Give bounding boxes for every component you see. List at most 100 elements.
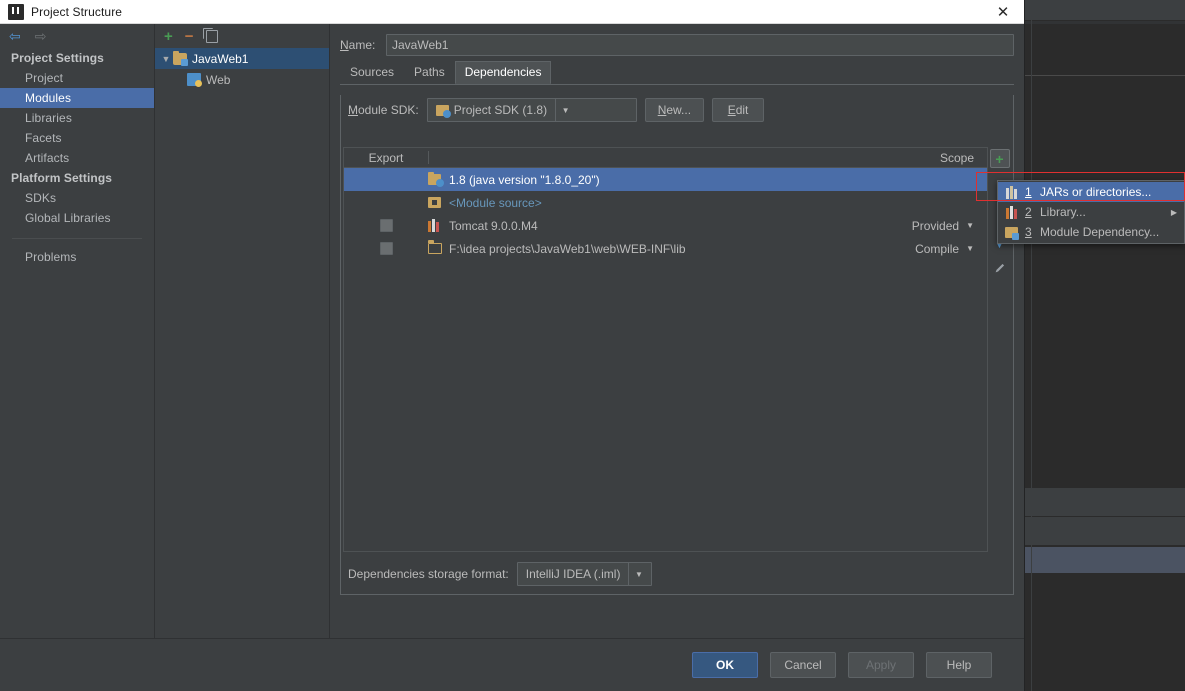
folder-icon (427, 240, 443, 255)
add-dependency-button[interactable]: + (989, 149, 1010, 168)
dependency-name: F:\idea projects\JavaWeb1\web\WEB-INF\li… (449, 241, 686, 256)
jars-icon (1004, 185, 1019, 199)
help-button[interactable]: Help (926, 652, 992, 678)
module-tabs: Sources Paths Dependencies (340, 61, 1014, 84)
dialog-titlebar: Project Structure ✕ (0, 0, 1024, 24)
menu-item-label: Module Dependency... (1040, 225, 1160, 239)
intellij-idea-icon (8, 3, 24, 20)
arrow-left-icon[interactable]: ⇦ (9, 29, 21, 43)
tab-dependencies[interactable]: Dependencies (454, 61, 552, 84)
sidebar-divider (12, 238, 142, 239)
dependency-name: 1.8 (java version "1.8.0_20") (449, 172, 600, 187)
tab-sources[interactable]: Sources (340, 61, 404, 84)
menu-item-module-dependency[interactable]: 3 Module Dependency... (998, 222, 1184, 242)
module-sdk-select[interactable]: Project SDK (1.8) ▼ (426, 98, 637, 122)
menu-item-label: JARs or directories... (1040, 185, 1152, 199)
tree-node-web[interactable]: Web (155, 69, 329, 90)
scope-value: Provided (911, 218, 960, 233)
chevron-right-icon: ▶ (1170, 207, 1177, 217)
module-sdk-value: Project SDK (1.8) (453, 103, 548, 117)
library-icon (428, 219, 443, 232)
edit-sdk-button[interactable]: Edit (712, 98, 765, 122)
sidebar-item-problems[interactable]: Problems (0, 247, 154, 267)
bg-row-selected (1025, 547, 1185, 573)
export-cell[interactable] (344, 242, 428, 255)
export-checkbox[interactable] (379, 242, 393, 255)
close-icon[interactable]: ✕ (982, 0, 1024, 24)
tree-node-javaweb1[interactable]: ▼ JavaWeb1 (155, 48, 329, 69)
module-tree-panel: + − ▼ JavaWeb1 Web (155, 24, 330, 638)
table-row[interactable]: Tomcat 9.0.0.M4 Provided ▼ (344, 214, 1010, 237)
menu-item-mnemonic: 1 (1025, 185, 1032, 199)
tree-node-label: JavaWeb1 (192, 51, 249, 66)
storage-format-label: Dependencies storage format: (348, 567, 509, 581)
sidebar-item-libraries[interactable]: Libraries (0, 108, 154, 128)
arrow-right-icon[interactable]: ⇨ (35, 29, 47, 43)
web-facet-icon (187, 73, 202, 87)
sidebar-item-modules[interactable]: Modules (0, 88, 154, 108)
storage-format-select[interactable]: IntelliJ IDEA (.iml) ▼ (516, 562, 652, 586)
menu-item-jars-or-directories[interactable]: 1 JARs or directories... (998, 182, 1184, 202)
library-icon (1004, 205, 1019, 219)
new-sdk-button[interactable]: New... (644, 98, 705, 122)
project-structure-dialog: Project Structure ✕ ⇦ ⇨ Project Settings… (0, 0, 1025, 691)
bg-row-b (1025, 517, 1185, 545)
dialog-body: ⇦ ⇨ Project Settings Project Modules Lib… (0, 24, 1024, 638)
module-name-input[interactable]: JavaWeb1 (386, 34, 1014, 56)
module-icon (173, 50, 188, 66)
remove-module-icon[interactable]: − (185, 29, 194, 44)
sidebar-item-facets[interactable]: Facets (0, 128, 154, 148)
chevron-down-icon[interactable]: ▼ (555, 99, 576, 121)
table-row[interactable]: 1.8 (java version "1.8.0_20") (344, 168, 1010, 191)
chevron-down-icon[interactable]: ▼ (966, 244, 974, 253)
chevron-down-icon[interactable]: ▼ (628, 563, 649, 585)
storage-format-row: Dependencies storage format: IntelliJ ID… (348, 562, 652, 586)
edit-button[interactable] (990, 259, 1010, 278)
dependency-name: Tomcat 9.0.0.M4 (449, 218, 538, 233)
scope-cell[interactable]: Provided ▼ (912, 219, 974, 233)
storage-format-value: IntelliJ IDEA (.iml) (525, 567, 621, 581)
column-header-export[interactable]: Export (344, 151, 428, 165)
ok-button[interactable]: OK (692, 652, 758, 678)
sidebar-item-project[interactable]: Project (0, 68, 154, 88)
export-checkbox[interactable] (379, 219, 393, 232)
bg-tab-strip (1025, 21, 1185, 24)
jdk-icon (428, 172, 444, 187)
sidebar-item-artifacts[interactable]: Artifacts (0, 148, 154, 168)
sidebar-item-sdks[interactable]: SDKs (0, 188, 154, 208)
settings-sidebar: ⇦ ⇨ Project Settings Project Modules Lib… (0, 24, 155, 638)
module-source-icon (428, 196, 443, 209)
chevron-down-icon[interactable]: ▼ (966, 221, 974, 230)
module-name-label: Name: (340, 38, 376, 52)
add-module-icon[interactable]: + (164, 29, 173, 44)
sidebar-item-global-libraries[interactable]: Global Libraries (0, 208, 154, 228)
table-row[interactable]: <Module source> (344, 191, 1010, 214)
dialog-title: Project Structure (31, 4, 123, 19)
chevron-down-icon[interactable]: ▼ (159, 54, 173, 64)
sidebar-group-project-settings: Project Settings (11, 51, 104, 65)
tabs-underline (340, 84, 1014, 85)
module-name-row: Name: JavaWeb1 (340, 24, 1014, 58)
dialog-footer: OK Cancel Apply Help (0, 638, 1024, 691)
column-header-scope[interactable]: Scope (940, 151, 974, 165)
module-sdk-row: Module SDK: Project SDK (1.8) ▼ New... E… (341, 95, 1013, 125)
bg-row-a (1025, 488, 1185, 516)
dependencies-panel: Module SDK: Project SDK (1.8) ▼ New... E… (340, 95, 1014, 595)
apply-button[interactable]: Apply (848, 652, 914, 678)
menu-item-mnemonic: 3 (1025, 225, 1032, 239)
bg-vertical-divider (1031, 0, 1032, 691)
column-divider[interactable] (428, 151, 429, 164)
add-dependency-menu: 1 JARs or directories... 2 Library... ▶ … (997, 180, 1185, 244)
tree-node-label: Web (206, 72, 231, 87)
export-cell[interactable] (344, 219, 428, 232)
cancel-button[interactable]: Cancel (770, 652, 836, 678)
module-editor-panel: Name: JavaWeb1 Sources Paths Dependencie… (330, 24, 1024, 638)
scope-cell[interactable]: Compile ▼ (915, 242, 974, 256)
tab-paths[interactable]: Paths (404, 61, 455, 84)
module-sdk-label: Module SDK: (348, 103, 419, 117)
menu-item-label: Library... (1040, 205, 1086, 219)
bg-divider (1025, 75, 1185, 76)
copy-icon[interactable] (202, 27, 218, 43)
menu-item-library[interactable]: 2 Library... ▶ (998, 202, 1184, 222)
table-row[interactable]: F:\idea projects\JavaWeb1\web\WEB-INF\li… (344, 237, 1010, 260)
